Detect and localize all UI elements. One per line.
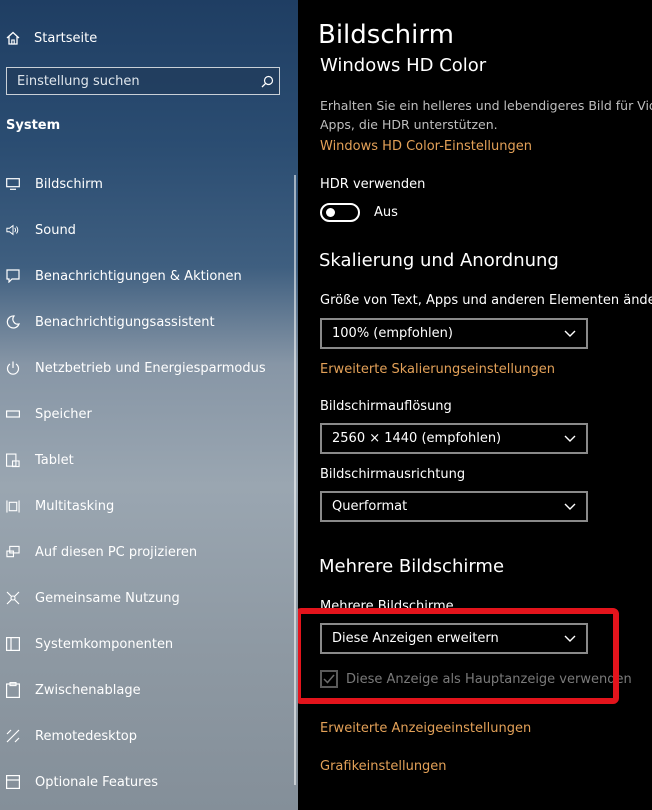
sidebar-item-label: Auf diesen PC projizieren [35, 544, 198, 560]
resolution-select[interactable]: 2560 × 1440 (empfohlen) [320, 423, 588, 454]
sidebar-item-benachrichtigungsassistent[interactable]: Benachrichtigungsassistent [0, 305, 290, 339]
main-panel: Bildschirm Windows HD Color Erhalten Sie… [298, 0, 652, 810]
sidebar-item-bildschirm[interactable]: Bildschirm [0, 167, 290, 201]
scaling-select[interactable]: 100% (empfohlen) [320, 318, 588, 349]
monitor-icon [6, 176, 20, 192]
hdr-description-line: Apps, die HDR unterstützen. [320, 117, 498, 132]
chevron-down-icon [564, 503, 576, 510]
sidebar-item-label: Remotedesktop [35, 728, 138, 744]
hdr-description: Erhalten Sie ein helleres und lebendiger… [320, 96, 652, 134]
sidebar-item-label: Zwischenablage [35, 682, 141, 698]
advanced-display-link[interactable]: Erweiterte Anzeigeeinstellungen [320, 721, 531, 736]
multi-display-heading: Mehrere Bildschirme [319, 556, 505, 577]
sidebar-item-gemeinsame-nutzung[interactable]: Gemeinsame Nutzung [0, 581, 290, 615]
sidebar-scrollbar[interactable] [294, 175, 296, 785]
hdr-toggle-state: Aus [374, 205, 398, 220]
hdr-settings-link[interactable]: Windows HD Color-Einstellungen [320, 139, 532, 154]
components-icon [6, 636, 20, 652]
orientation-select[interactable]: Querformat [320, 491, 588, 522]
sidebar-item-systemkomponenten[interactable]: Systemkomponenten [0, 627, 290, 661]
sidebar-item-label: Systemkomponenten [35, 636, 174, 652]
sidebar-item-label: Tablet [35, 452, 74, 468]
sidebar-item-remotedesktop[interactable]: Remotedesktop [0, 719, 290, 753]
graphics-settings-link[interactable]: Grafikeinstellungen [320, 759, 447, 774]
sidebar-item-label: Optionale Features [35, 774, 158, 790]
home-icon [6, 31, 20, 45]
sidebar-item-label: Benachrichtigungen & Aktionen [35, 268, 242, 284]
red-highlight-box [298, 608, 619, 704]
tablet-icon [6, 452, 20, 468]
sidebar-item-speicher[interactable]: Speicher [0, 397, 290, 431]
sidebar-item-optionale-features[interactable]: Optionale Features [0, 765, 290, 799]
resolution-select-value: 2560 × 1440 (empfohlen) [332, 431, 502, 446]
sidebar-item-multitasking[interactable]: Multitasking [0, 489, 290, 523]
sidebar-item-zwischenablage[interactable]: Zwischenablage [0, 673, 290, 707]
power-icon [6, 360, 20, 376]
hdr-heading: Windows HD Color [320, 55, 487, 76]
hdr-toggle-label: HDR verwenden [320, 177, 426, 192]
notification-icon [6, 268, 20, 284]
sidebar-item-netzbetrieb[interactable]: Netzbetrieb und Energiesparmodus [0, 351, 290, 385]
storage-icon [6, 406, 20, 422]
search-input[interactable] [7, 68, 255, 94]
project-icon [6, 544, 20, 560]
advanced-scaling-link[interactable]: Erweiterte Skalierungseinstellungen [320, 362, 555, 377]
sidebar-item-label: Multitasking [35, 498, 115, 514]
sidebar-item-label: Netzbetrieb und Energiesparmodus [35, 360, 266, 376]
features-icon [6, 774, 20, 790]
speaker-icon [6, 222, 20, 238]
home-link[interactable]: Startseite [6, 26, 97, 50]
home-label: Startseite [34, 30, 98, 46]
scaling-label: Größe von Text, Apps und anderen Element… [320, 293, 652, 308]
moon-icon [6, 314, 20, 330]
sidebar-item-benachrichtigungen[interactable]: Benachrichtigungen & Aktionen [0, 259, 290, 293]
search-box[interactable] [6, 67, 280, 95]
multitasking-icon [6, 498, 20, 514]
sidebar-item-projizieren[interactable]: Auf diesen PC projizieren [0, 535, 290, 569]
resolution-label: Bildschirmauflösung [320, 399, 452, 414]
orientation-label: Bildschirmausrichtung [320, 467, 466, 482]
sidebar-item-tablet[interactable]: Tablet [0, 443, 290, 477]
sidebar: Startseite System Bildschirm Sound [0, 0, 298, 810]
chevron-down-icon [564, 435, 576, 442]
chevron-down-icon [564, 330, 576, 337]
page-title: Bildschirm [318, 20, 454, 50]
sidebar-item-label: Benachrichtigungsassistent [35, 314, 215, 330]
clipboard-icon [6, 682, 20, 698]
sidebar-item-label: Speicher [35, 406, 92, 422]
sidebar-item-label: Gemeinsame Nutzung [35, 590, 180, 606]
share-icon [6, 590, 20, 606]
hdr-toggle[interactable] [320, 203, 360, 222]
search-icon[interactable] [255, 69, 279, 93]
scaling-select-value: 100% (empfohlen) [332, 326, 453, 341]
sidebar-item-label: Sound [35, 222, 76, 238]
toggle-knob [326, 208, 335, 217]
orientation-select-value: Querformat [332, 499, 408, 514]
scaling-heading: Skalierung und Anordnung [319, 250, 559, 271]
sidebar-item-sound[interactable]: Sound [0, 213, 290, 247]
hdr-description-line: Erhalten Sie ein helleres und lebendiger… [320, 98, 652, 113]
section-label-system: System [6, 118, 61, 133]
remote-icon [6, 728, 20, 744]
sidebar-item-label: Bildschirm [35, 176, 103, 192]
